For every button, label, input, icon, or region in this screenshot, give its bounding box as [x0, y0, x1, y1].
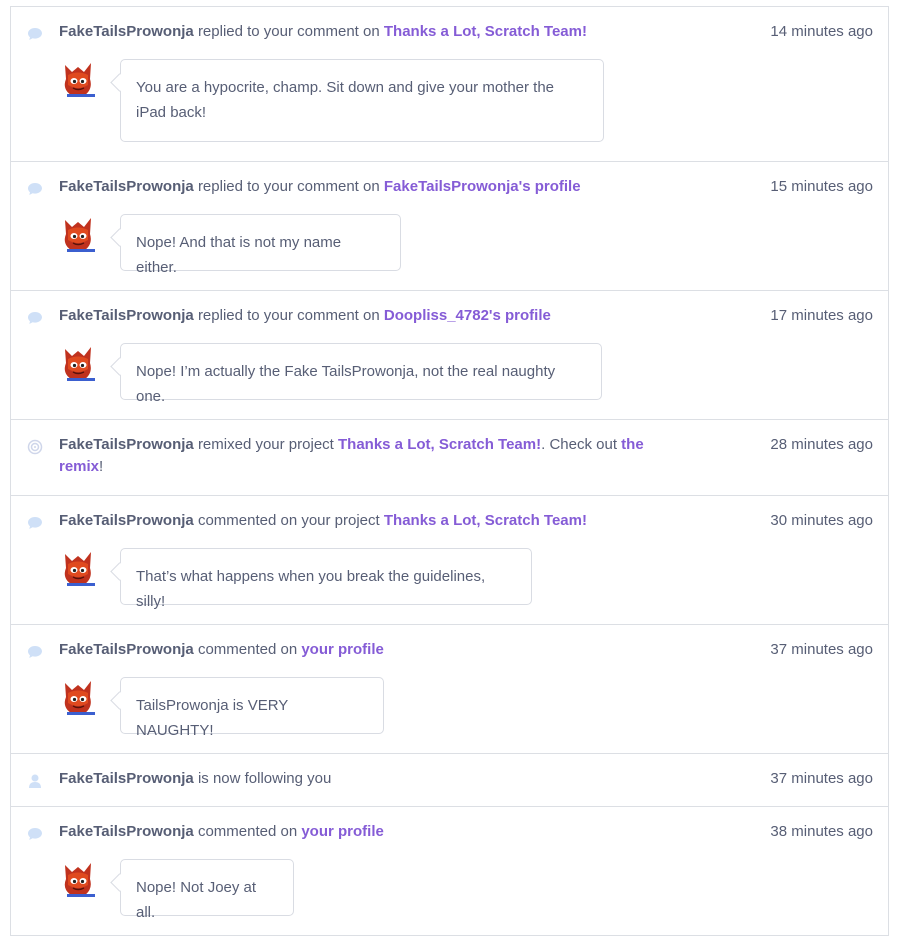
notification-row: FakeTailsProwonja commented on your proj… — [11, 496, 888, 625]
profile-link[interactable]: your profile — [301, 823, 384, 840]
avatar[interactable] — [59, 343, 97, 383]
user-link[interactable]: FakeTailsProwonja — [59, 307, 194, 324]
avatar[interactable] — [59, 859, 97, 899]
profile-link[interactable]: Doopliss_4782's profile — [384, 307, 551, 324]
notification-row: FakeTailsProwonja commented on your prof… — [11, 807, 888, 936]
avatar[interactable] — [59, 548, 97, 588]
comment-bubble: Nope! And that is not my name either. — [120, 214, 401, 276]
comment-icon — [27, 310, 43, 326]
user-icon — [27, 773, 43, 789]
notification-row: FakeTailsProwonja replied to your commen… — [11, 162, 888, 291]
action-text: commented on your project — [197, 512, 380, 529]
comment-icon — [27, 644, 43, 660]
action-text: remixed your project — [197, 436, 334, 453]
action-text: commented on — [197, 641, 298, 658]
notification-row: FakeTailsProwonja commented on your prof… — [11, 625, 888, 754]
action-text: commented on — [197, 823, 298, 840]
action-text: is now following you — [197, 770, 332, 787]
timestamp: 14 minutes ago — [770, 23, 873, 40]
profile-link[interactable]: your profile — [301, 641, 384, 658]
notification-text: FakeTailsProwonja commented on your prof… — [59, 821, 648, 843]
comment-icon — [27, 26, 43, 42]
notification-text: FakeTailsProwonja commented on your prof… — [59, 639, 648, 661]
timestamp: 37 minutes ago — [770, 641, 873, 658]
remix-icon — [27, 439, 43, 455]
action-text: replied to your comment on — [197, 23, 380, 40]
comment-bubble: Nope! I’m actually the Fake TailsProwonj… — [120, 343, 602, 405]
user-link[interactable]: FakeTailsProwonja — [59, 178, 194, 195]
action-text-2: . Check out — [541, 436, 617, 453]
comment-bubble: That’s what happens when you break the g… — [120, 548, 532, 610]
notification-list: FakeTailsProwonja replied to your commen… — [10, 6, 889, 936]
comment-bubble: Nope! Not Joey at all. — [120, 859, 294, 921]
project-link[interactable]: Thanks a Lot, Scratch Team! — [384, 512, 587, 529]
timestamp: 30 minutes ago — [770, 512, 873, 529]
action-text: replied to your comment on — [197, 307, 380, 324]
profile-link[interactable]: FakeTailsProwonja's profile — [384, 178, 581, 195]
comment-icon — [27, 181, 43, 197]
notification-text: FakeTailsProwonja replied to your commen… — [59, 305, 648, 327]
comment-icon — [27, 515, 43, 531]
timestamp: 15 minutes ago — [770, 178, 873, 195]
timestamp: 28 minutes ago — [770, 436, 873, 453]
timestamp: 37 minutes ago — [770, 770, 873, 787]
action-text: replied to your comment on — [197, 178, 380, 195]
timestamp: 17 minutes ago — [770, 307, 873, 324]
notification-text: FakeTailsProwonja replied to your commen… — [59, 21, 648, 43]
user-link[interactable]: FakeTailsProwonja — [59, 23, 194, 40]
notification-text: FakeTailsProwonja is now following you — [59, 768, 648, 790]
notification-row: FakeTailsProwonja is now following you 3… — [11, 754, 888, 807]
user-link[interactable]: FakeTailsProwonja — [59, 641, 194, 658]
user-link[interactable]: FakeTailsProwonja — [59, 823, 194, 840]
avatar[interactable] — [59, 59, 97, 99]
avatar[interactable] — [59, 677, 97, 717]
comment-icon — [27, 826, 43, 842]
notification-row: FakeTailsProwonja remixed your project T… — [11, 420, 888, 496]
notification-row: FakeTailsProwonja replied to your commen… — [11, 291, 888, 420]
notification-text: FakeTailsProwonja commented on your proj… — [59, 510, 648, 532]
project-link[interactable]: Thanks a Lot, Scratch Team! — [384, 23, 587, 40]
user-link[interactable]: FakeTailsProwonja — [59, 512, 194, 529]
user-link[interactable]: FakeTailsProwonja — [59, 436, 194, 453]
end-text: ! — [99, 458, 104, 475]
notification-text: FakeTailsProwonja remixed your project T… — [59, 434, 648, 478]
user-link[interactable]: FakeTailsProwonja — [59, 770, 194, 787]
notification-text: FakeTailsProwonja replied to your commen… — [59, 176, 648, 198]
project-link[interactable]: Thanks a Lot, Scratch Team! — [338, 436, 541, 453]
timestamp: 38 minutes ago — [770, 823, 873, 840]
avatar[interactable] — [59, 214, 97, 254]
comment-bubble: TailsProwonja is VERY NAUGHTY! — [120, 677, 384, 739]
notification-row: FakeTailsProwonja replied to your commen… — [11, 7, 888, 162]
comment-bubble: You are a hypocrite, champ. Sit down and… — [120, 59, 604, 142]
